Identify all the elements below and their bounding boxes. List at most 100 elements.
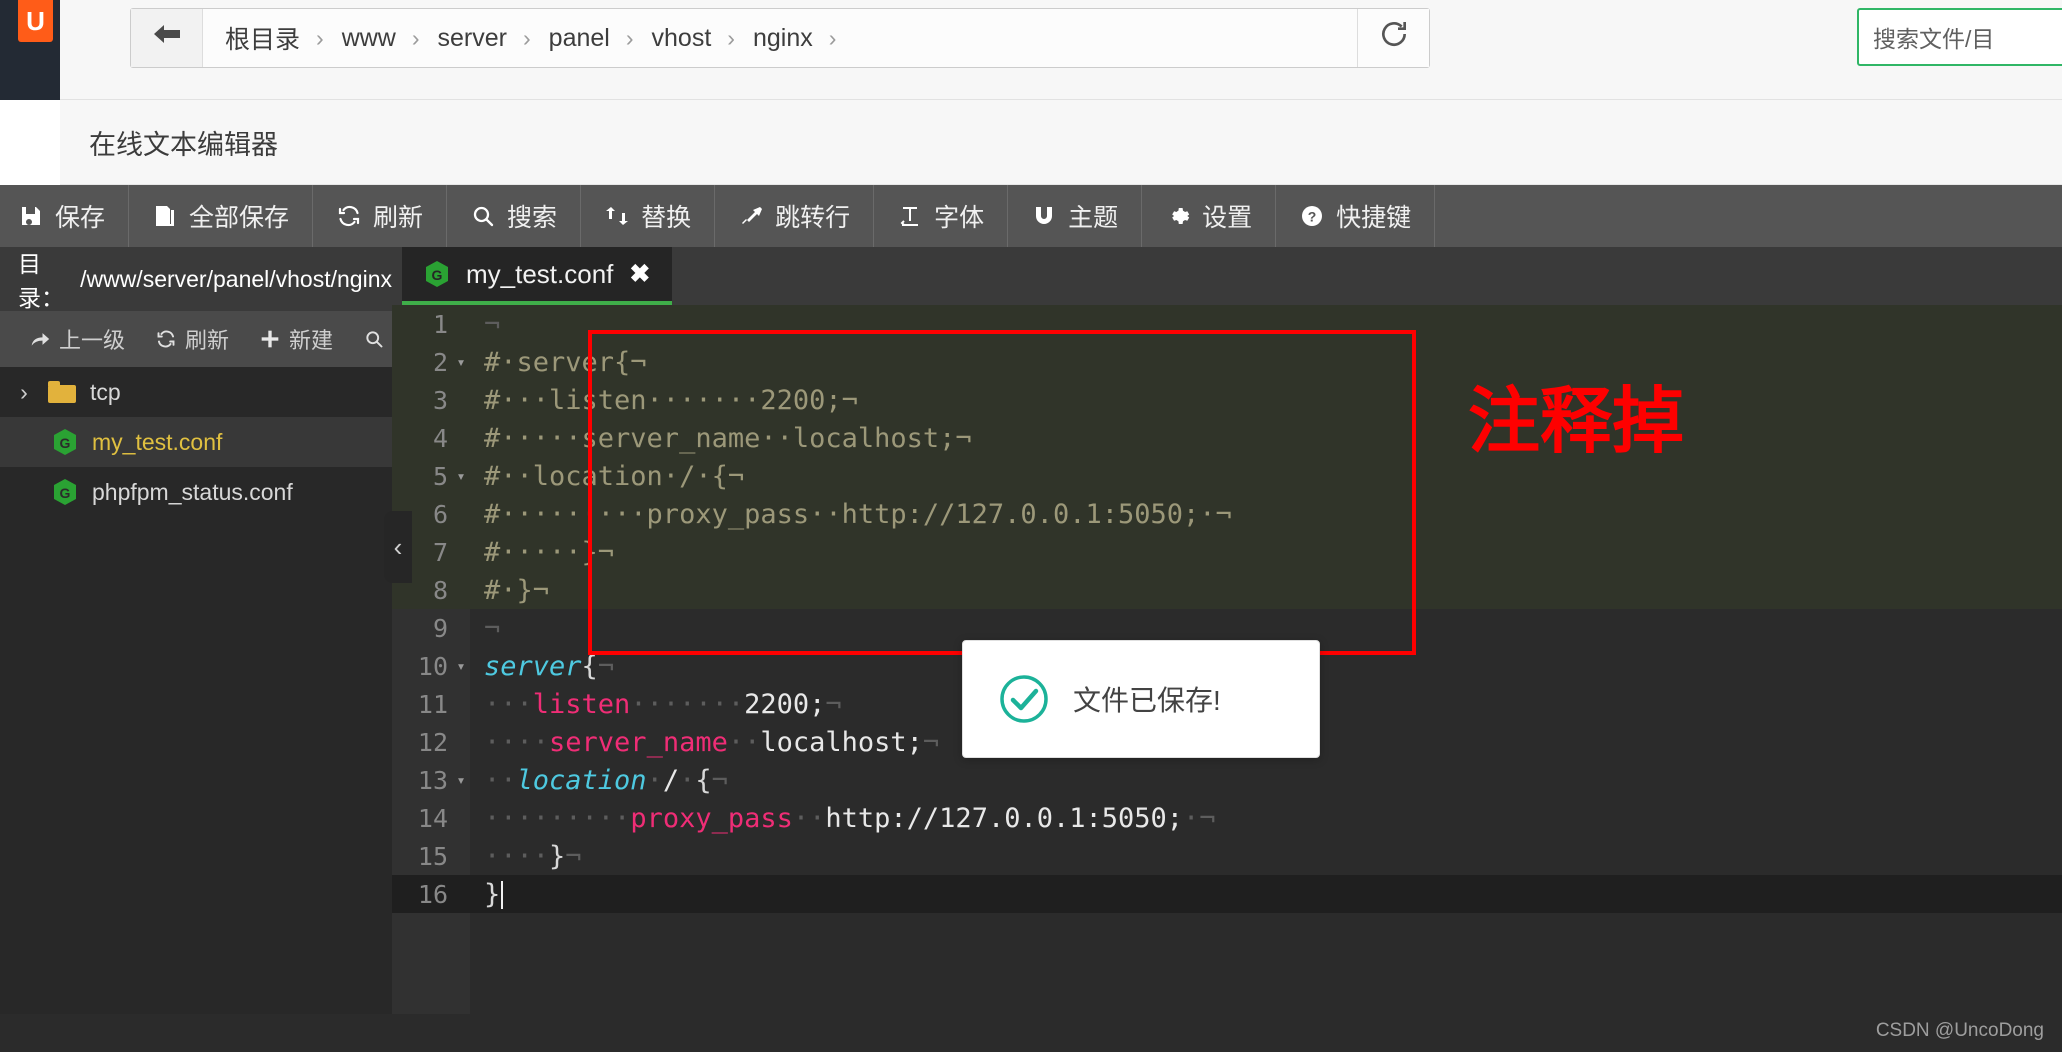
save-icon (18, 203, 44, 229)
code-line[interactable]: 13 ▾ ··location·/·{¬ (392, 761, 2062, 799)
code-token: ¬ (597, 650, 615, 682)
breadcrumb-item-3[interactable]: panel (549, 24, 610, 53)
fold-toggle-icon[interactable]: ▾ (452, 658, 470, 674)
breadcrumb-item-5[interactable]: nginx (753, 24, 813, 53)
code-line[interactable]: 4 #·····server_name··localhost;¬ (392, 419, 2062, 457)
tab-my-test-conf[interactable]: G my_test.conf ✖ (402, 247, 673, 305)
new-file-button[interactable]: 新建 (244, 323, 348, 355)
code-line-text: } (470, 879, 504, 910)
question-circle-icon: ? (1299, 203, 1325, 229)
toolbar-shortcuts-button[interactable]: ? 快捷键 (1276, 185, 1436, 247)
chevron-right-icon[interactable]: › (14, 379, 34, 406)
svg-text:G: G (432, 267, 443, 283)
annotation-text: 注释掉 (1468, 379, 1685, 463)
code-line-text: ····server_name··localhost;¬ (470, 727, 939, 758)
line-number: 2 (432, 347, 448, 377)
file-name: phpfpm_status.conf (92, 478, 293, 505)
code-token: server (484, 650, 582, 682)
breadcrumb-item-4[interactable]: vhost (652, 24, 712, 53)
toolbar-save-all-button[interactable]: 全部保存 (129, 185, 314, 247)
code-line[interactable]: 7 #·····}¬ (392, 533, 2062, 571)
line-number: 13 (417, 765, 448, 795)
fold-toggle-icon[interactable]: ▾ (452, 468, 470, 484)
file-list-item-folder[interactable]: › tcp (0, 367, 392, 417)
fold-toggle-icon[interactable]: ▾ (452, 354, 470, 370)
file-list-item-my-test-conf[interactable]: G my_test.conf (0, 417, 392, 467)
toolbar-replace-button[interactable]: 替换 (581, 185, 716, 247)
toolbar-search-button[interactable]: 搜索 (447, 185, 582, 247)
code-line-text: #·····server_name··localhost;¬ (470, 423, 972, 454)
back-button[interactable] (131, 9, 203, 67)
code-line[interactable]: 14 ·········proxy_pass··http://127.0.0.1:… (392, 799, 2062, 837)
code-line[interactable]: 15 ····}¬ (392, 837, 2062, 875)
breadcrumb-item-0[interactable]: 根目录 (225, 20, 300, 56)
breadcrumb-item-1[interactable]: www (342, 24, 396, 53)
directory-path: /www/server/panel/vhost/nginx (80, 265, 392, 292)
up-level-button[interactable]: 上一级 (14, 323, 140, 355)
toolbar-goto-line-button[interactable]: 跳转行 (715, 185, 875, 247)
arrow-left-icon (150, 21, 184, 55)
code-token: ······· (630, 688, 745, 720)
svg-text:?: ? (1308, 209, 1317, 225)
code-line[interactable]: 2 ▾ #·server{¬ (392, 343, 2062, 381)
code-token: listen (532, 688, 631, 720)
code-line-text: server{¬ (470, 651, 614, 682)
page-title: 在线文本编辑器 (89, 129, 278, 160)
code-token: ··· (484, 688, 533, 720)
save-all-icon (152, 203, 178, 229)
editor-bottom-strip (0, 1014, 2062, 1052)
toolbar-save-button[interactable]: 保存 (0, 185, 130, 247)
code-token: ·· (727, 726, 761, 758)
plus-icon (259, 328, 281, 350)
file-search-input[interactable]: 搜索文件/目 (1857, 8, 2062, 66)
code-line[interactable]: 1 ¬ (392, 305, 2062, 343)
search-icon (470, 203, 496, 229)
file-list-item-phpfpm-status-conf[interactable]: G phpfpm_status.conf (0, 467, 392, 517)
code-token: ·· (484, 764, 517, 796)
file-browser-panel: 目录： /www/server/panel/vhost/nginx 上一级 刷新 (0, 247, 437, 1052)
code-token: #···listen·······2200;¬ (484, 384, 858, 416)
toast-notification: 文件已保存! (962, 640, 1320, 758)
file-name: my_test.conf (92, 428, 223, 455)
code-line-text: ····}¬ (470, 841, 582, 872)
close-icon[interactable]: ✖ (629, 259, 650, 289)
text-caret (501, 881, 504, 909)
browser-top-bar: U 根目录 › www › server › panel › vhost › n… (0, 0, 2062, 100)
file-panel-actions: 上一级 刷新 新建 搜索 (0, 311, 437, 367)
fold-toggle-icon[interactable]: ▾ (452, 772, 470, 788)
code-token: http://127.0.0.1:5050; (825, 802, 1184, 834)
code-line[interactable]: 8 #·}¬ (392, 571, 2062, 609)
toolbar-theme-button[interactable]: 主题 (1008, 185, 1143, 247)
toolbar-refresh-button[interactable]: 刷新 (313, 185, 448, 247)
svg-text:G: G (60, 485, 71, 501)
path-refresh-button[interactable] (1357, 9, 1429, 67)
svg-text:G: G (60, 435, 71, 451)
code-line[interactable]: 3 #···listen·······2200;¬ (392, 381, 2062, 419)
code-token: { (695, 764, 712, 796)
arrow-up-level-icon (29, 328, 51, 350)
toolbar-label: 全部保存 (189, 204, 290, 232)
code-line[interactable]: 5 ▾ #··location·/·{¬ (392, 457, 2062, 495)
editor-title-bar: 在线文本编辑器 (60, 100, 2062, 185)
code-line-text: #··location·/·{¬ (470, 461, 744, 492)
directory-row: 目录： /www/server/panel/vhost/nginx (0, 247, 392, 311)
code-line[interactable]: 6 #·········proxy_pass··http://127.0.0.1:… (392, 495, 2062, 533)
file-refresh-button[interactable]: 刷新 (140, 323, 244, 355)
panel-collapse-handle[interactable]: ‹ (384, 511, 412, 583)
line-number: 9 (432, 613, 448, 643)
breadcrumb-item-2[interactable]: server (438, 24, 507, 53)
code-token: ···· (484, 726, 550, 758)
tab-label: my_test.conf (466, 258, 614, 289)
toolbar-settings-button[interactable]: 设置 (1142, 185, 1277, 247)
code-token: ·¬ (1183, 802, 1216, 834)
code-token: / (662, 764, 680, 796)
directory-label: 目录： (18, 251, 64, 311)
code-token: #··location·/·{¬ (484, 460, 745, 492)
code-line-text: ¬ (470, 613, 500, 644)
code-token: server_name (549, 726, 728, 758)
line-number: 12 (417, 727, 448, 757)
code-line[interactable]: 16} (392, 875, 2062, 913)
code-token: ¬ (565, 840, 582, 872)
search-icon (363, 328, 385, 350)
toolbar-font-button[interactable]: 字体 (874, 185, 1009, 247)
